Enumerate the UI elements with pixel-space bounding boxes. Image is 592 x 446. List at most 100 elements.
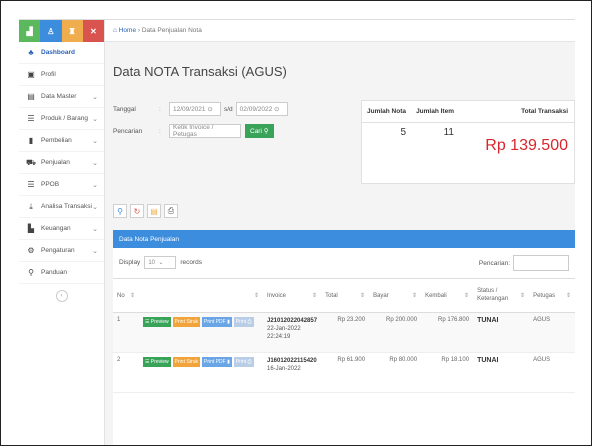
- sort-icon: ⇕: [129, 293, 135, 299]
- tools-icon[interactable]: ✕: [82, 20, 104, 42]
- preview-button[interactable]: ☰ Preview: [143, 357, 171, 367]
- col-status[interactable]: Status / Keterangan ⇕: [473, 278, 530, 313]
- sort-icon: ⇕: [253, 293, 259, 299]
- chevron-down-icon: ⌄: [92, 115, 98, 123]
- cell-kembali: Rp 176.800: [421, 312, 474, 353]
- sidebar-item-profil[interactable]: ▣ Profil: [19, 64, 104, 86]
- search-label: Pencarian: [113, 127, 143, 135]
- print-button[interactable]: Print ⎙: [233, 317, 254, 327]
- summary-nota-value: 5: [400, 127, 406, 138]
- sort-icon: ⇕: [464, 293, 470, 299]
- page-size-select[interactable]: 10 ⌄: [144, 256, 177, 269]
- page-title: Data NOTA Transaksi (AGUS): [113, 64, 287, 79]
- cell-petugas: AGUS: [529, 312, 575, 353]
- sidebar-collapse-button[interactable]: ‹: [55, 290, 68, 302]
- date-label: Tanggal: [113, 105, 136, 113]
- sidebar-item-ppob[interactable]: ☰ PPOB ⌄: [19, 174, 104, 196]
- preview-button[interactable]: ☰ Preview: [143, 317, 171, 327]
- document-icon[interactable]: ▤: [147, 204, 161, 218]
- download-icon: ⤓: [29, 201, 33, 211]
- cell-status: TUNAI: [473, 352, 530, 393]
- cell-invoice[interactable]: J16012022115420 16-Jan-2022: [263, 352, 322, 393]
- sidebar-item-pengaturan[interactable]: ⚙ Pengaturan ⌄: [19, 240, 104, 262]
- cell-status: TUNAI: [473, 312, 530, 353]
- cell-petugas: AGUS: [529, 352, 575, 393]
- sidebar-item-pembelian[interactable]: ▮ Pembelian ⌄: [19, 130, 104, 152]
- col-bayar[interactable]: Bayar ⇕: [369, 278, 422, 313]
- print-button[interactable]: Print ⎙: [233, 357, 254, 367]
- print-pdf-button[interactable]: Print PDF ▮: [202, 317, 232, 327]
- chevron-down-icon: ⌄: [92, 137, 98, 145]
- cell-no: 2: [113, 352, 139, 393]
- search-icon[interactable]: ⚲: [113, 204, 127, 218]
- summary-item-value: 11: [443, 127, 454, 138]
- sidebar-item-dashboard[interactable]: ♣ Dashboard: [19, 42, 104, 64]
- sidebar-item-analisa[interactable]: ⤓ Analisa Transaksi ⌄: [19, 196, 104, 218]
- user-icon[interactable]: ♙: [40, 20, 62, 42]
- chevron-down-icon: ⌄: [92, 159, 98, 167]
- print-icon[interactable]: ⎙: [164, 204, 178, 218]
- date-to-input[interactable]: 02/09/2022 ⊙: [235, 102, 288, 116]
- sidebar-item-keuangan[interactable]: ▙ Keuangan ⌄: [19, 218, 104, 240]
- sidebar-item-produk[interactable]: ☰ Produk / Barang ⌄: [19, 108, 104, 130]
- table-search-label: Pencarian:: [478, 259, 510, 267]
- col-kembali[interactable]: Kembali ⇕: [421, 278, 474, 313]
- cell-actions: ☰ Preview Print Struk Print PDF ▮ Print …: [139, 312, 263, 353]
- chart-icon: ▙: [27, 224, 35, 233]
- cell-bayar: Rp 200.000: [369, 312, 422, 353]
- date-from-input[interactable]: 12/09/2021 ⊙: [169, 102, 221, 116]
- profile-icon: ▣: [27, 70, 35, 79]
- sort-icon: ⇕: [412, 293, 418, 299]
- search-input[interactable]: Ketik Invoice / Petugas: [169, 124, 241, 138]
- list-icon: ☰: [27, 114, 35, 123]
- table-row: 1 ☰ Preview Print Struk Print PDF ▮ Prin…: [113, 312, 575, 353]
- summary-item-header: Jumlah Item: [416, 108, 454, 115]
- sales-panel: Data Nota Penjualan Display 10 ⌄ records…: [113, 230, 575, 445]
- col-no[interactable]: No ⇕: [113, 278, 139, 313]
- print-struk-button[interactable]: Print Struk: [172, 357, 201, 367]
- tag-icon[interactable]: ♜: [61, 20, 83, 42]
- sidebar-item-panduan[interactable]: ⚲ Panduan: [19, 262, 104, 284]
- breadcrumb-current: Data Penjualan Nota: [141, 27, 202, 34]
- col-actions[interactable]: ⇕: [139, 278, 263, 313]
- cart-icon: ⛟: [25, 157, 37, 167]
- chevron-down-icon: ⌄: [92, 181, 98, 189]
- sort-icon: ⇕: [360, 293, 366, 299]
- breadcrumb-home[interactable]: Home: [119, 27, 136, 34]
- sort-icon: ⇕: [565, 293, 571, 299]
- panel-title: Data Nota Penjualan: [113, 230, 575, 248]
- search-button[interactable]: Cari ⚲: [245, 124, 274, 138]
- summary-box: Jumlah Nota Jumlah Item Total Transaksi …: [361, 100, 575, 184]
- sidebar-item-data-master[interactable]: ▤ Data Master ⌄: [19, 86, 104, 108]
- cell-total: Rp 23.200: [321, 312, 370, 353]
- table-row: 2 ☰ Preview Print Struk Print PDF ▮ Prin…: [113, 352, 575, 393]
- sidebar-top-shortcuts: ▟ ♙ ♜ ✕: [19, 20, 104, 42]
- cell-invoice[interactable]: J21012022042857 22-Jan-2022 22:24:19: [263, 312, 322, 353]
- print-struk-button[interactable]: Print Struk: [172, 317, 201, 327]
- display-label: Display: [119, 259, 141, 266]
- summary-total-header: Total Transaksi: [521, 108, 568, 115]
- col-petugas[interactable]: Petugas ⇕: [529, 278, 575, 313]
- refresh-icon[interactable]: ↻: [130, 204, 144, 218]
- app-window: ▟ ♙ ♜ ✕ ♣ Dashboard ▣ Profil ▤ Data Master ⌄…: [19, 19, 575, 445]
- database-icon: ▤: [27, 92, 35, 101]
- col-total[interactable]: Total ⇕: [321, 278, 370, 313]
- screenshot-frame: ▟ ♙ ♜ ✕ ♣ Dashboard ▣ Profil ▤ Data Master ⌄…: [0, 0, 592, 446]
- chevron-down-icon: ⌄: [92, 203, 98, 211]
- gears-icon: ⚙: [27, 246, 35, 255]
- chevron-left-icon: ‹: [60, 293, 63, 299]
- sales-table: No ⇕ ⇕ Invoice ⇕ Total ⇕ Bayar ⇕ Kembali ⇕ St…: [113, 278, 575, 393]
- chevron-down-icon: ⌄: [92, 225, 98, 233]
- chart-icon[interactable]: ▟: [19, 20, 41, 42]
- shopping-bag-icon: ▮: [28, 136, 34, 145]
- cell-total: Rp 61.900: [321, 352, 370, 393]
- print-pdf-button[interactable]: Print PDF ▮: [202, 357, 232, 367]
- main-content: ⌂ Home › Data Penjualan Nota Data NOTA T…: [105, 20, 575, 445]
- clock-icon: ⊙: [207, 106, 213, 113]
- sidebar-item-penjualan[interactable]: ⛟ Penjualan ⌄: [19, 152, 104, 174]
- col-invoice[interactable]: Invoice ⇕: [263, 278, 322, 313]
- table-search-input[interactable]: [513, 255, 569, 271]
- filter-form: Tanggal : 12/09/2021 ⊙ s/d 02/09/2022 ⊙ …: [113, 98, 345, 182]
- breadcrumb: ⌂ Home › Data Penjualan Nota: [105, 20, 575, 42]
- cell-bayar: Rp 80.000: [369, 352, 422, 393]
